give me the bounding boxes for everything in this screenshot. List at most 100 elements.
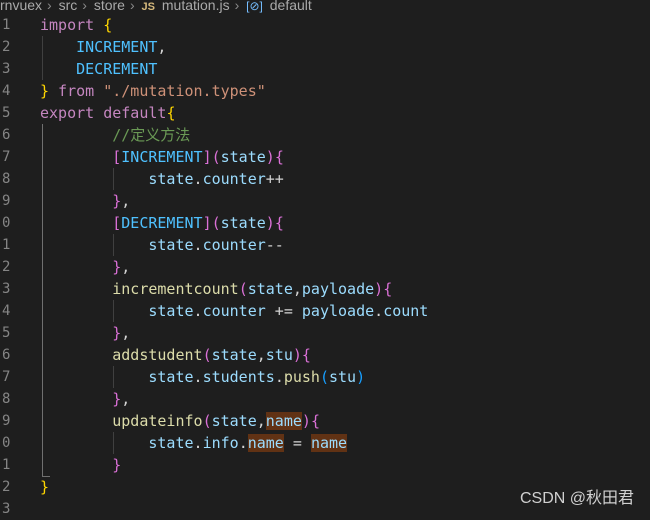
breadcrumb-item-symbol[interactable]: default bbox=[270, 0, 312, 13]
line-number: 1 bbox=[2, 237, 11, 253]
breadcrumb-item-src[interactable]: src bbox=[59, 0, 78, 13]
line-number: 2 bbox=[2, 259, 11, 275]
code-line[interactable]: state.counter += payloade.count bbox=[40, 300, 428, 322]
code-token: . bbox=[193, 368, 203, 386]
code-token: } bbox=[40, 478, 50, 496]
code-line[interactable]: updateinfo(state,name){ bbox=[40, 410, 320, 432]
code-token: state bbox=[148, 302, 194, 320]
chevron-right-icon: › bbox=[234, 0, 240, 13]
breadcrumb-item-store[interactable]: store bbox=[94, 0, 125, 13]
code-token: state bbox=[211, 412, 257, 430]
code-token: . bbox=[193, 170, 203, 188]
code-line[interactable]: state.info.name = name bbox=[40, 432, 348, 454]
line-number: 0 bbox=[2, 215, 11, 231]
code-line[interactable]: state.students.push(stu) bbox=[40, 366, 365, 388]
code-line[interactable]: state.counter-- bbox=[40, 234, 284, 256]
code-line[interactable]: //定义方法 bbox=[40, 124, 190, 146]
code-token: ( bbox=[211, 148, 221, 166]
code-line[interactable]: import { bbox=[40, 14, 112, 36]
code-token: -- bbox=[265, 236, 284, 254]
code-token: push bbox=[283, 368, 320, 386]
code-line[interactable]: }, bbox=[40, 388, 130, 410]
line-number: 5 bbox=[2, 105, 11, 121]
code-line[interactable]: }, bbox=[40, 322, 130, 344]
code-token: addstudent bbox=[112, 346, 203, 364]
code-token: stu bbox=[265, 346, 293, 364]
code-line[interactable]: }, bbox=[40, 256, 130, 278]
code-line[interactable]: incrementcount(state,payloade){ bbox=[40, 278, 392, 300]
code-token: state bbox=[211, 346, 257, 364]
code-token: INCREMENT bbox=[40, 38, 158, 56]
code-line[interactable]: } bbox=[40, 454, 121, 476]
code-line[interactable]: state.counter++ bbox=[40, 168, 283, 190]
code-line[interactable]: addstudent(state,stu){ bbox=[40, 344, 311, 366]
code-token: payloade bbox=[301, 280, 375, 298]
line-number: 7 bbox=[2, 369, 11, 385]
code-token: , bbox=[256, 412, 266, 430]
code-token: , bbox=[121, 258, 131, 276]
code-token: , bbox=[121, 192, 131, 210]
code-token: students bbox=[202, 368, 275, 386]
line-number: 4 bbox=[2, 83, 11, 99]
breadcrumb-item-project[interactable]: rnvuex bbox=[0, 0, 42, 13]
code-line[interactable]: }, bbox=[40, 190, 130, 212]
code-line[interactable]: DECREMENT bbox=[40, 58, 157, 80]
code-token: { bbox=[274, 148, 284, 166]
code-token: state bbox=[220, 214, 266, 232]
code-token: export bbox=[40, 104, 95, 122]
code-token: //定义方法 bbox=[40, 126, 191, 144]
code-token: , bbox=[292, 280, 302, 298]
chevron-right-icon: › bbox=[47, 0, 52, 13]
code-line[interactable]: } bbox=[40, 476, 49, 498]
code-token: "./mutation.types" bbox=[103, 82, 266, 100]
code-token: INCREMENT bbox=[121, 148, 203, 166]
code-line[interactable]: INCREMENT, bbox=[40, 36, 166, 58]
code-line[interactable]: [DECREMENT](state){ bbox=[40, 212, 284, 234]
code-token: updateinfo bbox=[112, 412, 203, 430]
code-token: counter bbox=[202, 170, 266, 188]
breadcrumb-item-file[interactable]: mutation.js bbox=[162, 0, 230, 13]
code-token: ] bbox=[202, 214, 212, 232]
code-token: state bbox=[148, 236, 194, 254]
code-token: [ bbox=[112, 214, 122, 232]
code-token: name bbox=[247, 434, 284, 452]
code-token: , bbox=[121, 390, 131, 408]
code-token: state bbox=[148, 368, 194, 386]
code-token: ) bbox=[265, 148, 275, 166]
code-line[interactable]: } from "./mutation.types" bbox=[40, 80, 266, 102]
code-token: } bbox=[112, 390, 122, 408]
symbol-variable-icon: [⊘] bbox=[246, 0, 263, 13]
javascript-file-icon: JS bbox=[141, 1, 155, 13]
code-token: [ bbox=[112, 148, 122, 166]
code-token: = bbox=[283, 434, 311, 452]
code-line[interactable]: [INCREMENT](state){ bbox=[40, 146, 284, 168]
code-token: { bbox=[166, 104, 176, 122]
code-token: from bbox=[49, 82, 95, 100]
code-token: { bbox=[103, 16, 113, 34]
code-token: ] bbox=[202, 148, 212, 166]
breadcrumb: rnvuex › src › store › JS mutation.js › [⊘] … bbox=[0, 0, 650, 14]
code-token: count bbox=[383, 302, 429, 320]
code-token: DECREMENT bbox=[40, 60, 158, 78]
line-number: 5 bbox=[2, 325, 11, 341]
line-number: 3 bbox=[2, 281, 11, 297]
code-token: state bbox=[148, 170, 194, 188]
code-token: . bbox=[238, 434, 248, 452]
line-number: 8 bbox=[2, 391, 11, 407]
code-line[interactable]: export default{ bbox=[40, 102, 175, 124]
code-token: ( bbox=[202, 412, 212, 430]
code-token: } bbox=[112, 456, 122, 474]
code-token: state bbox=[220, 148, 266, 166]
code-token: ) bbox=[356, 368, 366, 386]
code-editor[interactable]: 1 2 3 4 5 6 7 8 9 0 1 2 3 4 5 6 7 8 9 0 1 2 3 import { INCREME… bbox=[0, 14, 650, 517]
code-token: ( bbox=[211, 214, 221, 232]
